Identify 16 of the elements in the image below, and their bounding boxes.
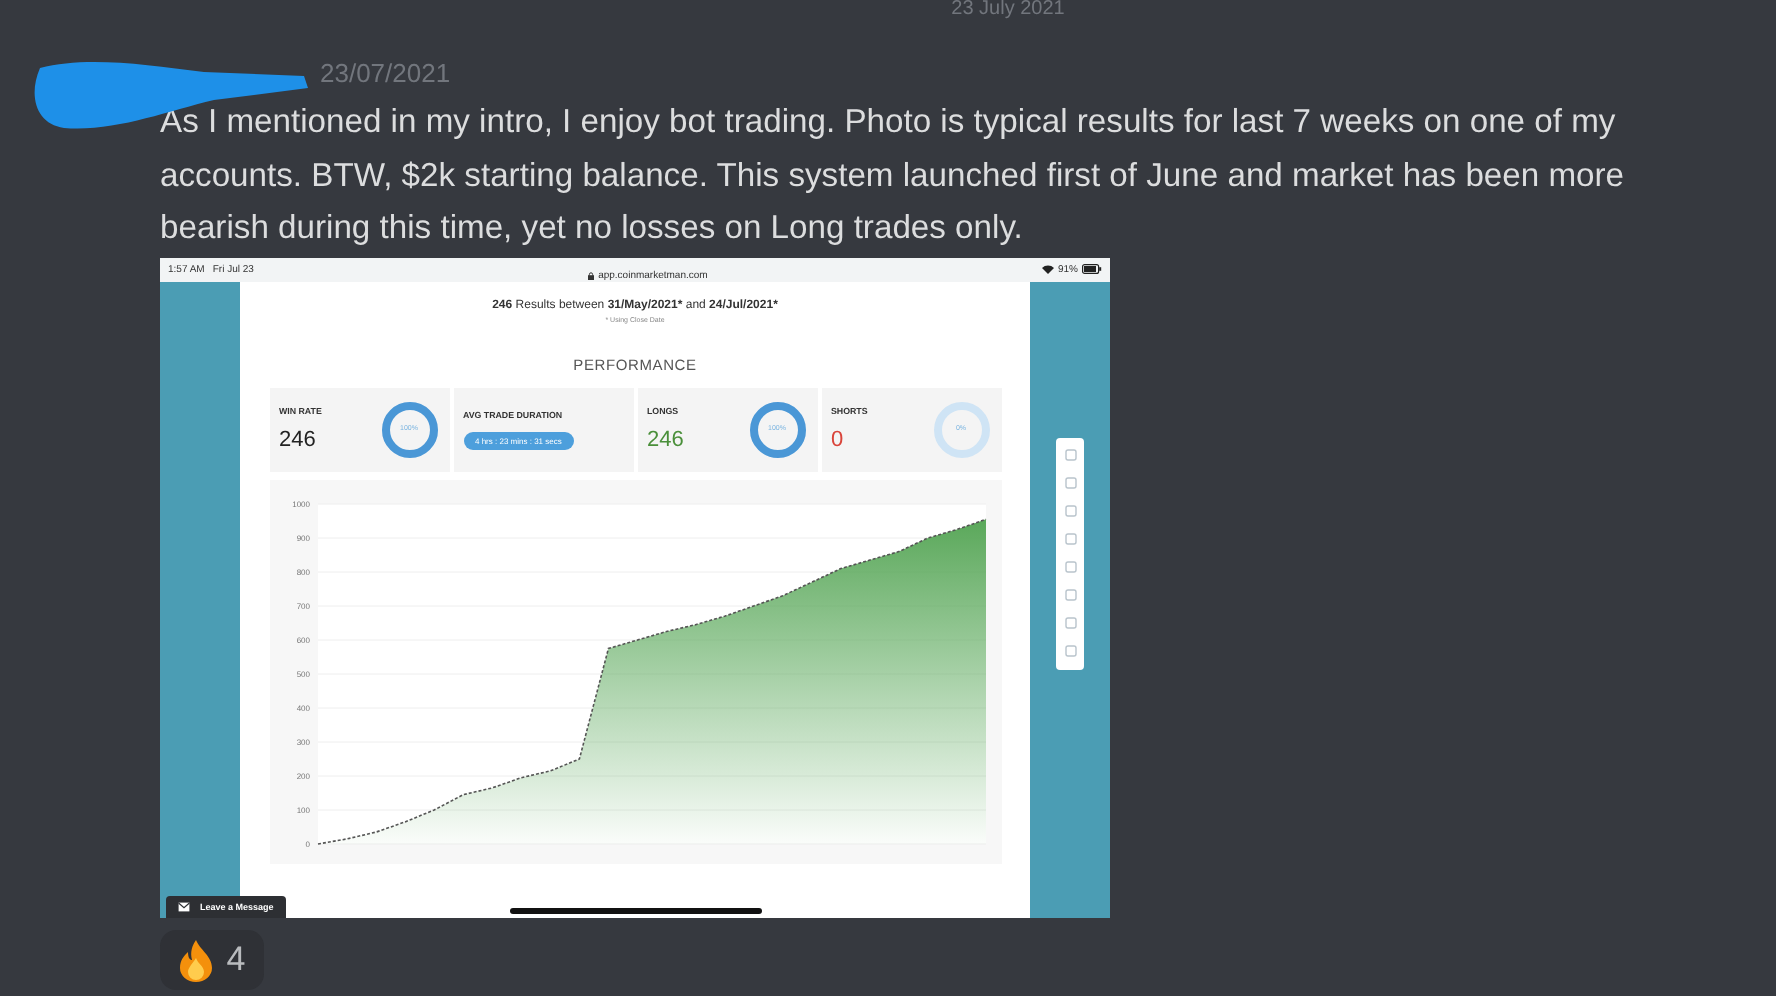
envelope-icon	[178, 901, 190, 911]
fire-icon	[178, 937, 215, 981]
stat-value: 246	[647, 428, 684, 452]
message-timestamp: 23/07/2021	[320, 56, 453, 92]
wifi-icon	[1041, 264, 1054, 274]
progress-ring	[931, 399, 991, 459]
lock-icon	[588, 271, 595, 279]
image-attachment[interactable]	[160, 257, 1110, 917]
progress-ring	[747, 399, 807, 459]
battery-icon	[1082, 264, 1102, 274]
stat-value: 246	[279, 428, 318, 452]
date-divider: 23 July 2021	[949, 0, 1067, 24]
message-text: As I mentioned in my intro, I enjoy bot trading. Photo is typical results for last 7 weeks on one of my accounts. BTW, $2k starting balance. This system launched first of June and market has been more bearish during this time, yet no losses on Long trades only.	[160, 100, 1627, 250]
stat-value: 0	[831, 428, 846, 452]
reaction-button[interactable]: 4	[160, 929, 264, 989]
progress-ring	[379, 399, 439, 459]
